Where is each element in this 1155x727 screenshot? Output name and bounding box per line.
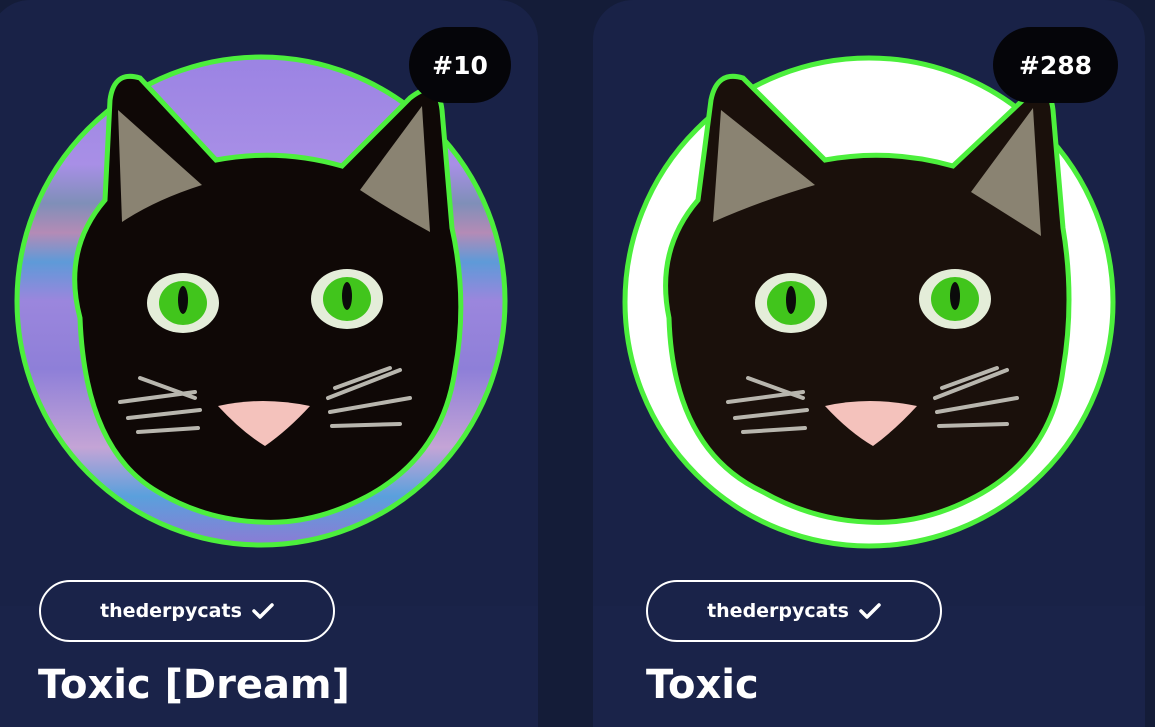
nft-artwork[interactable]: #10 xyxy=(0,0,538,606)
verified-checkmark-icon xyxy=(859,602,881,620)
token-number-badge: #288 xyxy=(993,27,1118,103)
nft-card-toxic[interactable]: #288 thederpycats Toxic xyxy=(593,0,1145,727)
item-title[interactable]: Toxic [Dream] xyxy=(38,662,350,708)
nft-card-toxic-dream[interactable]: #10 thederpycats Toxic [Dream] xyxy=(0,0,538,727)
creator-name: thederpycats xyxy=(707,600,849,622)
creator-name: thederpycats xyxy=(100,600,242,622)
verified-checkmark-icon xyxy=(252,602,274,620)
token-number-badge: #10 xyxy=(409,27,511,103)
creator-button[interactable]: thederpycats xyxy=(39,580,335,642)
nft-artwork[interactable]: #288 xyxy=(593,0,1145,606)
creator-button[interactable]: thederpycats xyxy=(646,580,942,642)
item-title[interactable]: Toxic xyxy=(646,662,759,708)
